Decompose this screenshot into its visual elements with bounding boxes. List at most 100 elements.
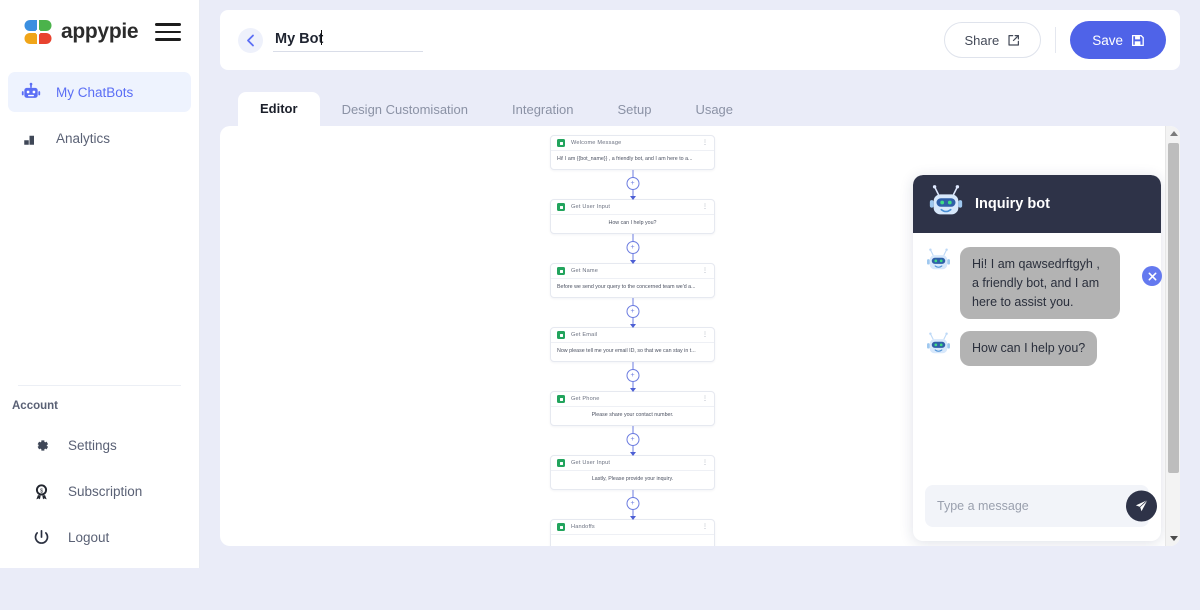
add-node-plus-icon[interactable]: + xyxy=(626,241,639,254)
tab-setup[interactable]: Setup xyxy=(595,94,673,127)
flow-node-text xyxy=(551,535,714,546)
flow-connector: + xyxy=(550,234,715,264)
node-menu-icon[interactable]: ⋮ xyxy=(702,332,708,338)
flow-node-list: Welcome Message ⋮ Hi! I am {{bot_name}} … xyxy=(550,135,715,546)
flow-node[interactable]: Get Name ⋮ Before we send your query to … xyxy=(550,263,715,298)
sidebar-item-my-chatbots[interactable]: My ChatBots xyxy=(8,72,191,112)
node-menu-icon[interactable]: ⋮ xyxy=(702,460,708,466)
flow-node[interactable]: Get Phone ⋮ Please share your contact nu… xyxy=(550,391,715,426)
node-menu-icon[interactable]: ⋮ xyxy=(702,140,708,146)
triangle-up-icon xyxy=(1169,131,1178,136)
top-bar-actions: Share Save xyxy=(943,21,1166,59)
vertical-scrollbar[interactable] xyxy=(1165,126,1180,546)
flow-node-text: How can I help you? xyxy=(608,220,657,226)
scrollbar-thumb[interactable] xyxy=(1168,143,1179,473)
send-paper-plane-icon xyxy=(1135,499,1148,512)
flow-node[interactable]: Get User Input ⋮ How can I help you? xyxy=(550,199,715,234)
save-label: Save xyxy=(1092,32,1123,48)
sidebar-item-subscription[interactable]: $ Subscription xyxy=(8,468,191,514)
flow-node-header: Get User Input ⋮ xyxy=(551,200,714,215)
node-menu-icon[interactable]: ⋮ xyxy=(702,396,708,402)
chat-messages: Hi! I am qawsedrftgyh , a friendly bot, … xyxy=(913,233,1161,475)
account-heading: Account xyxy=(12,400,58,412)
connector-arrow-icon xyxy=(629,452,636,456)
sidebar-item-analytics[interactable]: Analytics xyxy=(8,118,191,158)
add-node-plus-icon[interactable]: + xyxy=(626,177,639,190)
close-icon xyxy=(1148,272,1156,280)
robot-avatar-icon xyxy=(925,247,952,279)
add-node-plus-icon[interactable]: + xyxy=(626,433,639,446)
app-root: appypie My ChatBots Analytics Account Se… xyxy=(0,0,1200,610)
flow-node[interactable]: Get Email ⋮ Now please tell me your emai… xyxy=(550,327,715,362)
flow-node-text: Please share your contact number. xyxy=(591,412,674,418)
appypie-logo-icon xyxy=(22,16,54,48)
node-menu-icon[interactable]: ⋮ xyxy=(702,268,708,274)
tab-design-customisation[interactable]: Design Customisation xyxy=(320,94,490,127)
flow-node-title: Get User Input xyxy=(571,460,611,466)
bar-chart-icon xyxy=(20,127,42,149)
send-button[interactable] xyxy=(1126,490,1157,522)
share-button[interactable]: Share xyxy=(943,22,1042,58)
connector-arrow-icon xyxy=(629,324,636,328)
top-bar: Share Save xyxy=(220,10,1180,70)
sidebar-item-label: My ChatBots xyxy=(56,84,134,100)
flow-node[interactable]: Get User Input ⋮ Lastly, Please provide … xyxy=(550,455,715,490)
flow-connector: + xyxy=(550,490,715,520)
svg-text:$: $ xyxy=(39,488,42,494)
tab-integration[interactable]: Integration xyxy=(490,94,595,127)
sidebar-item-settings[interactable]: Settings xyxy=(8,422,191,468)
sidebar-item-label: Analytics xyxy=(56,130,111,146)
external-link-icon xyxy=(1008,34,1020,46)
sidebar-item-label: Settings xyxy=(68,437,117,453)
node-type-icon xyxy=(557,459,565,467)
node-type-icon xyxy=(557,267,565,275)
sidebar-item-label: Logout xyxy=(68,529,110,545)
power-icon xyxy=(30,526,52,548)
node-menu-icon[interactable]: ⋮ xyxy=(702,204,708,210)
node-type-icon xyxy=(557,395,565,403)
flow-node-text: Before we send your query to the concern… xyxy=(557,284,696,290)
flow-node[interactable]: Handoffs ⋮ xyxy=(550,519,715,546)
scroll-down-button[interactable] xyxy=(1166,531,1180,546)
chat-composer-area xyxy=(913,475,1161,541)
chat-bubble-bot: Hi! I am qawsedrftgyh , a friendly bot, … xyxy=(960,247,1120,320)
divider xyxy=(1055,27,1057,53)
brand-header: appypie xyxy=(0,0,199,58)
connector-arrow-icon xyxy=(629,196,636,200)
tab-editor[interactable]: Editor xyxy=(238,92,320,127)
tab-usage[interactable]: Usage xyxy=(673,94,755,127)
sidebar-item-logout[interactable]: Logout xyxy=(8,514,191,560)
share-label: Share xyxy=(964,32,1000,48)
add-node-plus-icon[interactable]: + xyxy=(626,369,639,382)
hamburger-icon[interactable] xyxy=(155,23,181,41)
chat-composer xyxy=(925,485,1157,527)
save-button[interactable]: Save xyxy=(1070,21,1166,59)
chat-message-input[interactable] xyxy=(937,499,1137,513)
scroll-up-button[interactable] xyxy=(1166,126,1180,141)
connector-arrow-icon xyxy=(629,516,636,520)
text-caret xyxy=(321,30,322,45)
flow-node-header: Get Email ⋮ xyxy=(551,328,714,343)
flow-node[interactable]: Welcome Message ⋮ Hi! I am {{bot_name}} … xyxy=(550,135,715,170)
node-menu-icon[interactable]: ⋮ xyxy=(702,524,708,530)
node-type-icon xyxy=(557,139,565,147)
flow-connector: + xyxy=(550,426,715,456)
flow-node-text: Hi! I am {{bot_name}} , a friendly bot, … xyxy=(557,156,693,162)
divider xyxy=(18,385,181,386)
chat-preview-panel: Inquiry bot Hi! I am qawsedrftgyh , a fr… xyxy=(913,175,1161,541)
bot-name-field-wrap xyxy=(273,28,423,52)
editor-card: Welcome Message ⋮ Hi! I am {{bot_name}} … xyxy=(220,126,1180,546)
node-type-icon xyxy=(557,523,565,531)
robot-icon xyxy=(20,81,42,103)
node-type-icon xyxy=(557,331,565,339)
back-button[interactable] xyxy=(238,27,263,53)
flow-node-title: Get Name xyxy=(571,268,599,274)
brand-name: appypie xyxy=(61,20,139,43)
flow-node-title: Get User Input xyxy=(571,204,611,210)
add-node-plus-icon[interactable]: + xyxy=(626,497,639,510)
close-preview-button[interactable] xyxy=(1142,266,1162,286)
add-node-plus-icon[interactable]: + xyxy=(626,305,639,318)
flow-node-header: Get User Input ⋮ xyxy=(551,456,714,471)
bot-name-input[interactable] xyxy=(273,28,423,52)
gear-icon xyxy=(30,434,52,456)
